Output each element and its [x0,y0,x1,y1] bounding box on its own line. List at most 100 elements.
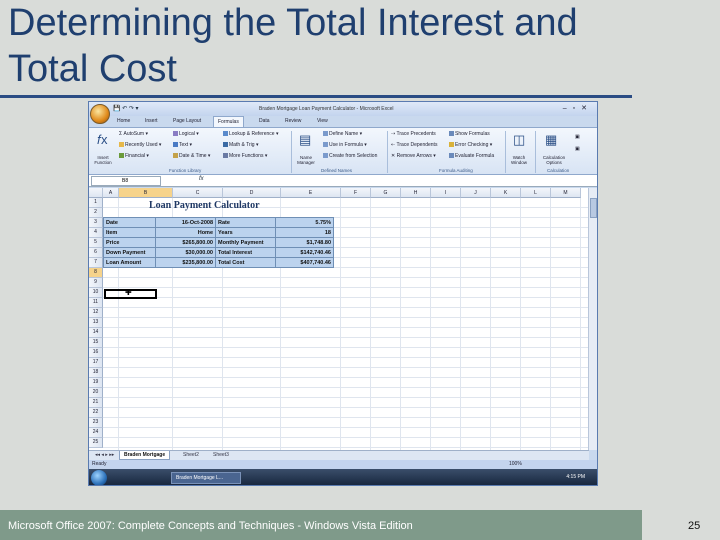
row-header-15[interactable]: 15 [89,338,103,348]
row-header-11[interactable]: 11 [89,298,103,308]
column-header-d[interactable]: D [223,188,281,198]
calculator-icon[interactable]: ▦ [545,132,557,148]
column-header-e[interactable]: E [281,188,341,198]
column-header-c[interactable]: C [173,188,223,198]
use-in-formula-button[interactable]: Use in Formula ▾ [323,142,367,148]
row-header-14[interactable]: 14 [89,328,103,338]
row-header-3[interactable]: 3 [89,218,103,228]
taskbar-item-excel[interactable]: Braden Mortgage L... [171,472,241,484]
select-all-corner[interactable] [89,188,103,198]
row-header-9[interactable]: 9 [89,278,103,288]
fx-icon[interactable]: fx [199,176,204,182]
tab-home[interactable]: Home [117,118,130,124]
lookup-reference-button[interactable]: Lookup & Reference ▾ [223,131,279,137]
watch-window-button[interactable]: Watch Window [507,155,531,165]
autosum-button[interactable]: Σ AutoSum ▾ [119,131,148,137]
row-header-19[interactable]: 19 [89,378,103,388]
row-header-16[interactable]: 16 [89,348,103,358]
date-time-button[interactable]: Date & Time ▾ [173,153,210,159]
define-name-button[interactable]: Define Name ▾ [323,131,362,137]
create-from-selection-button[interactable]: Create from Selection [323,153,377,159]
logical-button[interactable]: Logical ▾ [173,131,199,137]
table-cell[interactable]: $407,740.46 [275,257,334,268]
column-header-b[interactable]: B [119,188,173,198]
recently-used-button[interactable]: Recently Used ▾ [119,142,161,148]
table-cell[interactable]: Price [103,237,156,248]
table-cell[interactable]: Loan Amount [103,257,156,268]
row-header-20[interactable]: 20 [89,388,103,398]
row-header-2[interactable]: 2 [89,208,103,218]
evaluate-formula-button[interactable]: Evaluate Formula [449,153,494,159]
table-cell[interactable]: 16-Oct-2008 [155,217,216,228]
table-cell[interactable]: Years [215,227,276,238]
row-header-7[interactable]: 7 [89,258,103,268]
window-controls[interactable]: –▫✕ [563,104,593,112]
column-header-f[interactable]: F [341,188,371,198]
column-header-h[interactable]: H [401,188,431,198]
quick-access-toolbar[interactable]: 💾 ↶ ↷ ▾ [113,105,139,112]
watch-window-icon[interactable]: ◫ [513,132,525,148]
insert-function-icon[interactable]: 𝑓x [97,132,108,148]
worksheet-grid[interactable]: A B C D E F G H I J K L M 1 2 3 4 5 6 7 8 9 10 11 12 13 14 15 16 17 18… [89,188,589,450]
tab-data[interactable]: Data [259,118,270,124]
row-header-21[interactable]: 21 [89,398,103,408]
sheet-tab-braden-mortgage[interactable]: Braden Mortgage [119,451,171,460]
row-header-4[interactable]: 4 [89,228,103,238]
row-header-23[interactable]: 23 [89,418,103,428]
financial-button[interactable]: Financial ▾ [119,153,149,159]
column-header-i[interactable]: I [431,188,461,198]
start-button[interactable] [91,470,107,485]
table-cell[interactable]: $265,800.00 [155,237,216,248]
table-cell[interactable]: $30,000.00 [155,247,216,258]
tab-insert[interactable]: Insert [145,118,158,124]
row-header-17[interactable]: 17 [89,358,103,368]
row-header-12[interactable]: 12 [89,308,103,318]
tab-page-layout[interactable]: Page Layout [173,118,201,124]
table-cell[interactable]: Monthly Payment [215,237,276,248]
row-header-1[interactable]: 1 [89,198,103,208]
tab-view[interactable]: View [317,118,328,124]
insert-function-button[interactable]: Insert Function [91,155,115,165]
trace-dependents-button[interactable]: ⇠ Trace Dependents [391,142,437,148]
table-cell[interactable]: $235,800.00 [155,257,216,268]
name-manager-icon[interactable]: ▤ [299,132,311,148]
row-header-18[interactable]: 18 [89,368,103,378]
column-header-a[interactable]: A [103,188,119,198]
table-cell[interactable]: Rate [215,217,276,228]
row-header-24[interactable]: 24 [89,428,103,438]
sheet-nav-arrows[interactable]: ◂◂ ◂ ▸ ▸▸ [91,451,118,460]
table-cell[interactable]: Down Payment [103,247,156,258]
calculate-sheet-icon[interactable]: ▣ [575,146,580,152]
text-button[interactable]: Text ▾ [173,142,192,148]
row-header-22[interactable]: 22 [89,408,103,418]
more-functions-button[interactable]: More Functions ▾ [223,153,267,159]
table-cell[interactable]: Home [155,227,216,238]
office-button[interactable] [90,104,110,124]
table-cell[interactable]: 5.75% [275,217,334,228]
tab-review[interactable]: Review [285,118,301,124]
table-cell[interactable]: 18 [275,227,334,238]
row-header-5[interactable]: 5 [89,238,103,248]
table-cell[interactable]: Date [103,217,156,228]
row-header-8[interactable]: 8 [89,268,103,278]
table-cell[interactable]: $142,740.46 [275,247,334,258]
show-formulas-button[interactable]: Show Formulas [449,131,490,137]
calculation-options-button[interactable]: Calculation Options [539,155,569,165]
calculate-now-icon[interactable]: ▣ [575,134,580,140]
table-cell[interactable]: Item [103,227,156,238]
column-header-k[interactable]: K [491,188,521,198]
trace-precedents-button[interactable]: ⇢ Trace Precedents [391,131,436,137]
sheet-tab-sheet2[interactable]: Sheet2 [179,451,203,460]
sheet-tab-sheet3[interactable]: Sheet3 [209,451,233,460]
row-header-25[interactable]: 25 [89,438,103,448]
name-box[interactable]: B8 [91,176,161,186]
column-header-l[interactable]: L [521,188,551,198]
column-header-m[interactable]: M [551,188,581,198]
error-checking-button[interactable]: Error Checking ▾ [449,142,492,148]
row-header-6[interactable]: 6 [89,248,103,258]
tab-formulas[interactable]: Formulas [213,116,244,127]
vertical-scrollbar[interactable] [588,188,597,450]
name-manager-button[interactable]: Name Manager [293,155,319,165]
row-header-13[interactable]: 13 [89,318,103,328]
remove-arrows-button[interactable]: ✕ Remove Arrows ▾ [391,153,436,159]
